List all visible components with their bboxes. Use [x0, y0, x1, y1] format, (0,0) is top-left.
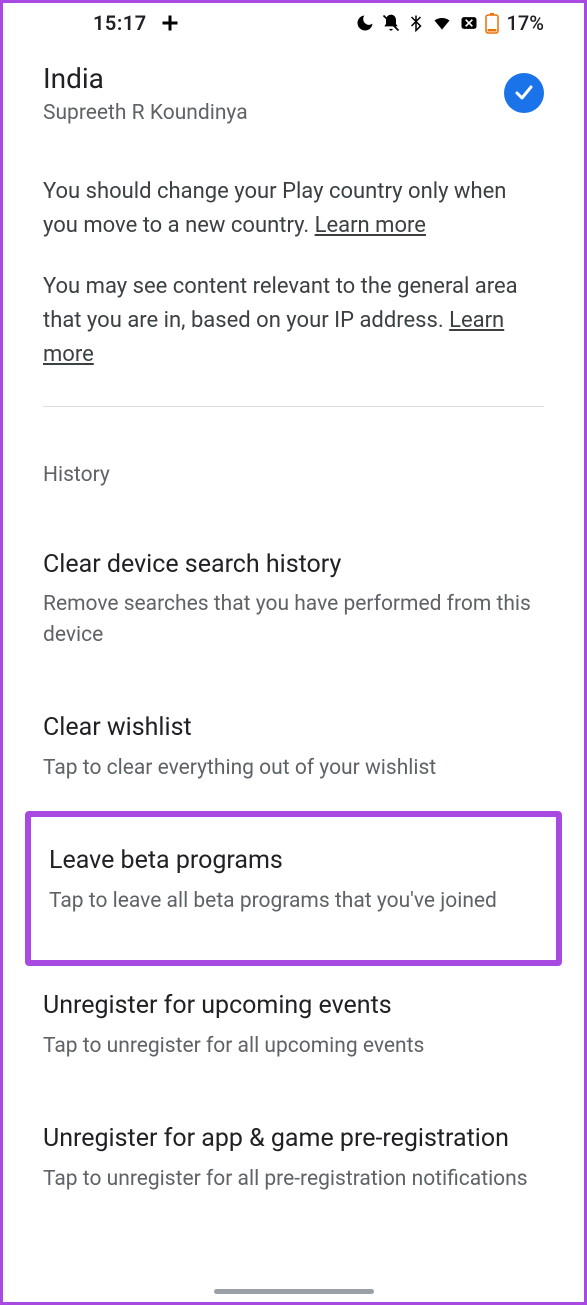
setting-title: Clear device search history [43, 549, 544, 582]
setting-title: Leave beta programs [49, 845, 538, 878]
wifi-icon [431, 13, 453, 33]
country-row[interactable]: India Supreeth R Koundinya [43, 41, 544, 137]
status-right: 17% [355, 11, 544, 35]
setting-title: Clear wishlist [43, 712, 544, 745]
country-title: India [43, 61, 248, 97]
country-subtitle: Supreeth R Koundinya [43, 101, 248, 125]
bell-off-icon [381, 13, 401, 33]
country-info-2: You may see content relevant to the gene… [43, 270, 544, 372]
clear-wishlist-item[interactable]: Clear wishlist Tap to clear everything o… [43, 712, 544, 783]
country-info-1: You should change your Play country only… [43, 175, 544, 243]
unregister-prereg-item[interactable]: Unregister for app & game pre-registrati… [43, 1123, 544, 1194]
divider [43, 406, 544, 407]
learn-more-link[interactable]: Learn more [315, 213, 426, 238]
highlight-box: Leave beta programs Tap to leave all bet… [25, 811, 562, 966]
slack-icon [161, 14, 179, 32]
bluetooth-icon [407, 13, 425, 33]
setting-desc: Tap to unregister for all pre-registrati… [43, 1164, 544, 1194]
leave-beta-programs-item[interactable]: Leave beta programs Tap to leave all bet… [49, 845, 538, 916]
history-section-label: History [43, 463, 544, 487]
info-text: You should change your Play country only… [43, 179, 506, 238]
setting-title: Unregister for app & game pre-registrati… [43, 1123, 544, 1156]
selected-check-icon [504, 73, 544, 113]
battery-icon [485, 12, 499, 34]
setting-title: Unregister for upcoming events [43, 990, 544, 1023]
status-clock: 15:17 [93, 11, 147, 35]
unregister-events-item[interactable]: Unregister for upcoming events Tap to un… [43, 990, 544, 1061]
battery-percent: 17% [507, 11, 544, 35]
battery-saver-icon [459, 13, 479, 33]
setting-desc: Remove searches that you have performed … [43, 589, 544, 650]
status-left: 15:17 [93, 11, 179, 35]
status-bar: 15:17 17% [3, 3, 584, 41]
clear-search-history-item[interactable]: Clear device search history Remove searc… [43, 549, 544, 650]
setting-desc: Tap to unregister for all upcoming event… [43, 1031, 544, 1061]
setting-desc: Tap to leave all beta programs that you'… [49, 886, 538, 916]
info-text: You may see content relevant to the gene… [43, 274, 518, 333]
moon-icon [355, 13, 375, 33]
home-indicator[interactable] [214, 1289, 374, 1294]
setting-desc: Tap to clear everything out of your wish… [43, 753, 544, 783]
